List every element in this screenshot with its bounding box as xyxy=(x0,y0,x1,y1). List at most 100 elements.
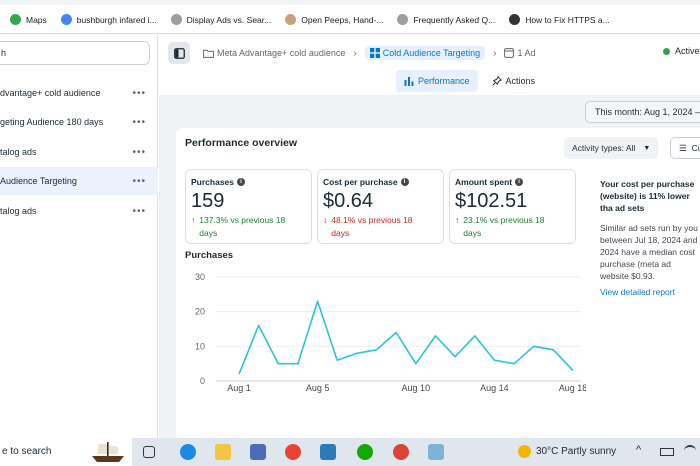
breadcrumb: Meta Advantage+ cold audience › Cold Aud… xyxy=(203,46,535,60)
tree-item[interactable]: geting Audience 180 days ••• xyxy=(0,108,158,136)
detail-header: Meta Advantage+ cold audience › Cold Aud… xyxy=(159,35,700,95)
tab-strip-edge xyxy=(0,0,700,5)
view-tabs: Performance Actions xyxy=(396,70,549,92)
upwork-icon[interactable] xyxy=(357,444,373,460)
ad-icon xyxy=(504,48,515,58)
bookmark-maps[interactable]: Maps xyxy=(10,14,47,25)
maps-icon xyxy=(10,14,21,25)
tree-item-selected[interactable]: Audience Targeting ••• xyxy=(0,167,158,195)
wifi-icon[interactable] xyxy=(684,445,696,457)
tab-actions[interactable]: Actions xyxy=(484,70,544,92)
pin-icon xyxy=(491,76,502,86)
breadcrumb-adset[interactable]: Cold Audience Targeting xyxy=(364,46,486,60)
date-range-picker[interactable]: This month: Aug 1, 2024 – xyxy=(585,101,700,123)
x-tick-label: Aug 5 xyxy=(306,383,330,393)
chrome-profile-icon[interactable] xyxy=(393,444,409,460)
arrow-up-icon: ↑ xyxy=(455,215,460,225)
more-icon[interactable]: ••• xyxy=(132,147,146,158)
weather-widget[interactable]: 30°C Partly sunny xyxy=(518,445,616,458)
tree-item[interactable]: talog ads ••• xyxy=(0,138,158,166)
mail-icon[interactable] xyxy=(320,444,336,460)
metric-value: 159 xyxy=(191,190,225,212)
metric-value: $0.64 xyxy=(323,190,374,212)
metric-change: ↑ 23.1% vs previous 18 days xyxy=(455,215,545,238)
more-icon[interactable]: ••• xyxy=(132,206,146,217)
bookmark-faq[interactable]: Frequently Asked Q... xyxy=(397,14,495,25)
info-icon[interactable]: i xyxy=(400,178,409,186)
bar-chart-icon xyxy=(404,77,414,86)
view-detailed-report-link[interactable]: View detailed report xyxy=(600,286,700,298)
status-dot-icon xyxy=(663,47,670,55)
performance-overview-card: Performance overview Activity types: All… xyxy=(176,128,700,438)
breadcrumb-campaign[interactable]: Meta Advantage+ cold audience xyxy=(203,48,345,58)
date-toolbar: This month: Aug 1, 2024 – xyxy=(159,95,700,127)
y-tick-label: 20 xyxy=(195,307,205,317)
insight-title: Your cost per purchase (website) is 11% … xyxy=(600,179,695,213)
x-tick-label: Aug 14 xyxy=(480,383,509,393)
chevron-right-icon: › xyxy=(493,47,497,59)
arrow-up-icon: ↑ xyxy=(191,215,196,225)
purchases-series-line xyxy=(238,300,574,375)
store-icon[interactable] xyxy=(250,444,266,460)
overview-title: Performance overview xyxy=(185,137,298,149)
bookmark-https[interactable]: How to Fix HTTPS a... xyxy=(509,14,610,25)
bookmark-display-ads[interactable]: Display Ads vs. Sear... xyxy=(170,14,271,25)
y-tick-label: 0 xyxy=(200,376,205,386)
site-icon xyxy=(509,14,521,25)
x-tick-label: Aug 1 xyxy=(227,383,251,393)
more-icon[interactable]: ••• xyxy=(132,88,146,99)
caret-down-icon: ▼ xyxy=(643,144,651,152)
ship-icon xyxy=(88,441,128,463)
edge-icon[interactable] xyxy=(180,444,196,460)
x-tick-label: Aug 10 xyxy=(402,383,431,393)
metric-cost-per-purchase[interactable]: Cost per purchase i $0.64 ↓ 48.1% vs previ… xyxy=(317,169,444,244)
ad-tree-panel: h dvantage+ cold audience ••• geting Audi… xyxy=(0,35,158,438)
metric-change: ↑ 137.3% vs previous 18 days xyxy=(191,215,286,238)
site-icon xyxy=(170,14,182,25)
breadcrumb-ad[interactable]: 1 Ad xyxy=(504,48,535,58)
sidebar-toggle-button[interactable] xyxy=(168,42,190,64)
bookmark-open-peeps[interactable]: Open Peeps, Hand-... xyxy=(285,14,383,25)
purchases-line-chart: 0 10 20 30 Aug 1 Aug 5 Aug 10 Aug 14 Aug 18 xyxy=(195,272,586,393)
metric-value: $102.51 xyxy=(455,190,528,212)
status-badge: Active xyxy=(663,46,700,56)
panel-icon xyxy=(173,47,185,59)
insight-panel: Your cost per purchase (website) is 11% … xyxy=(600,178,700,298)
windows-taskbar: e to search 30°C Partly sunny ^ xyxy=(0,438,700,466)
arrow-down-icon: ↓ xyxy=(323,215,328,225)
folder-icon xyxy=(203,49,214,58)
insight-body: Similar ad sets run by you between Jul 1… xyxy=(600,223,698,281)
more-icon[interactable]: ••• xyxy=(132,117,146,128)
battery-icon[interactable] xyxy=(660,448,674,456)
chevron-up-icon[interactable]: ^ xyxy=(636,444,641,456)
partly-sunny-icon xyxy=(518,445,531,458)
site-icon xyxy=(397,14,409,25)
more-icon[interactable]: ••• xyxy=(132,176,146,187)
google-icon xyxy=(60,14,72,25)
tree-search-input[interactable]: h xyxy=(0,41,150,65)
tab-performance[interactable]: Performance xyxy=(396,70,478,92)
tree-item[interactable]: dvantage+ cold audience ••• xyxy=(0,79,158,107)
file-explorer-icon[interactable] xyxy=(215,444,231,460)
task-view-icon[interactable] xyxy=(143,446,155,458)
metric-amount-spent[interactable]: Amount spent i $102.51 ↑ 23.1% vs previous… xyxy=(449,169,576,244)
chrome-icon[interactable] xyxy=(285,444,301,460)
metric-change: ↓ 48.1% vs previous 18 days xyxy=(323,215,413,238)
info-icon[interactable]: i xyxy=(237,178,245,186)
y-tick-label: 30 xyxy=(195,272,205,282)
x-tick-label: Aug 18 xyxy=(559,383,586,393)
customize-button[interactable]: ☰Cu xyxy=(670,137,700,159)
bookmarks-bar: Maps bushburgh infared i... Display Ads … xyxy=(0,6,700,34)
sliders-icon: ☰ xyxy=(679,142,687,153)
notepad-icon[interactable] xyxy=(428,444,444,460)
y-tick-label: 10 xyxy=(195,341,205,351)
info-icon[interactable]: i xyxy=(515,178,524,186)
chevron-right-icon: › xyxy=(353,47,357,59)
grid-icon xyxy=(369,48,380,58)
chart-title: Purchases xyxy=(185,250,234,261)
peeps-icon xyxy=(285,14,297,25)
bookmark-bushburgh[interactable]: bushburgh infared i... xyxy=(60,14,157,25)
activity-types-dropdown[interactable]: Activity types: All ▼ xyxy=(564,137,659,159)
tree-item[interactable]: talog ads ••• xyxy=(0,197,158,225)
metric-purchases[interactable]: Purchases i 159 ↑ 137.3% vs previous 18 day… xyxy=(185,169,312,244)
